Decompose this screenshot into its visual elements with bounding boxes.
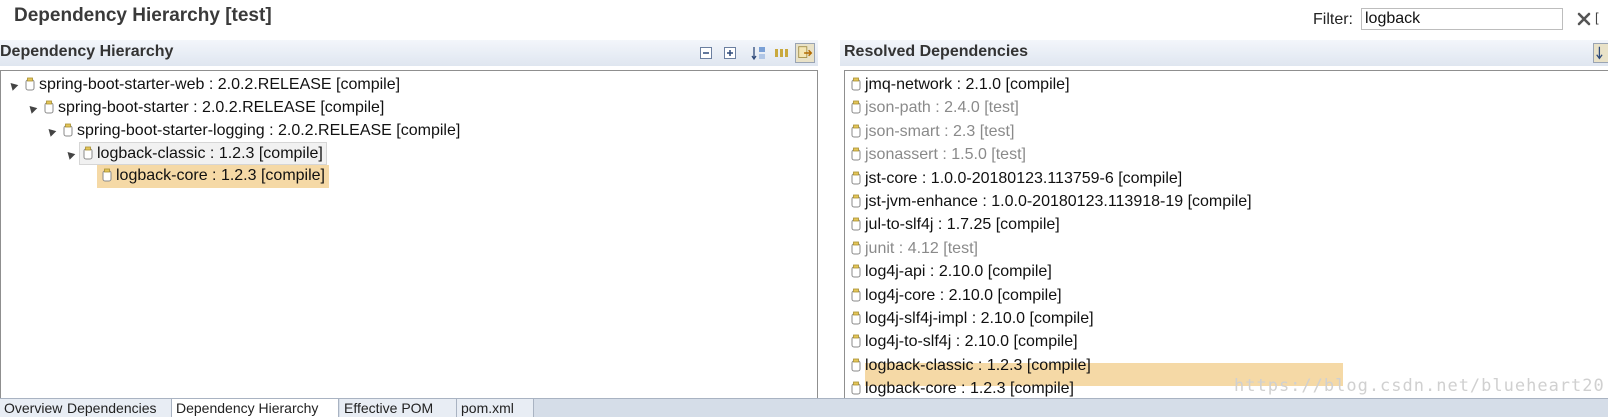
dependency-hierarchy-tree: spring-boot-starter-web : 2.0.2.RELEASE … [0, 70, 818, 400]
resolved-dependency-item[interactable]: jul-to-slf4j : 1.7.25 [compile] [851, 214, 1060, 236]
tree-node-label: spring-boot-starter : 2.0.2.RELEASE [com… [58, 99, 385, 116]
jar-icon [851, 288, 861, 302]
filter-input[interactable] [1361, 8, 1563, 30]
resolved-dependency-item[interactable]: log4j-api : 2.10.0 [compile] [851, 261, 1052, 283]
resolved-dependency-item[interactable]: log4j-core : 2.10.0 [compile] [851, 285, 1062, 307]
jar-icon [851, 241, 861, 255]
expanded-twisty-icon[interactable] [45, 126, 57, 137]
tree-node-label: logback-core : 1.2.3 [compile] [116, 167, 325, 184]
jar-icon [851, 311, 861, 325]
jar-icon [851, 171, 861, 185]
jar-icon [851, 147, 861, 161]
collapse-all-icon[interactable] [698, 45, 714, 61]
resolved-dependency-item[interactable]: jmq-network : 2.1.0 [compile] [851, 74, 1070, 96]
jar-icon [83, 146, 93, 160]
dependency-label: logback-classic : 1.2.3 [compile] [865, 356, 1091, 374]
jar-icon [851, 194, 861, 208]
view-menu-icon[interactable]: [ [1595, 10, 1599, 25]
sort-alphabetically-icon[interactable] [751, 45, 767, 61]
dependency-label: log4j-slf4j-impl : 2.10.0 [compile] [865, 310, 1094, 327]
dependency-hierarchy-title: Dependency Hierarchy [0, 43, 174, 60]
jar-icon [102, 168, 112, 182]
dependency-label: log4j-api : 2.10.0 [compile] [865, 263, 1052, 281]
resolved-dependency-item[interactable]: json-path : 2.4.0 [test] [851, 97, 1019, 119]
resolved-dependency-item[interactable]: log4j-slf4j-impl : 2.10.0 [compile] [851, 308, 1094, 330]
dependency-label: log4j-core : 2.10.0 [compile] [865, 286, 1062, 304]
expand-all-icon[interactable] [722, 45, 738, 61]
dependency-label: jsonassert : 1.5.0 [test] [865, 146, 1026, 164]
dependency-hierarchy-header: Dependency Hierarchy [0, 40, 818, 66]
jar-icon [25, 77, 35, 91]
tree-node-label: spring-boot-starter-web : 2.0.2.RELEASE … [39, 76, 401, 93]
dependency-label: log4j-to-slf4j : 2.10.0 [compile] [865, 333, 1078, 351]
dependency-label: json-path : 2.4.0 [test] [865, 99, 1019, 117]
resolved-dependencies-list: jmq-network : 2.1.0 [compile] json-path :… [844, 70, 1608, 400]
resolved-dependency-item[interactable]: jst-jvm-enhance : 1.0.0-20180123.113918-… [851, 191, 1252, 213]
expanded-twisty-icon[interactable] [64, 149, 76, 160]
filter-label: Filter: [1313, 11, 1353, 28]
jar-icon [63, 123, 73, 137]
jar-icon [851, 381, 861, 395]
tree-node-label: logback-classic : 1.2.3 [compile] [97, 145, 323, 162]
resolved-dependency-item[interactable]: junit : 4.12 [test] [851, 238, 978, 260]
show-groupid-icon[interactable] [774, 45, 790, 61]
watermark: https://blog.csdn.net/blueheart20 [1234, 376, 1605, 396]
tab-effective-pom[interactable]: Effective POM [340, 399, 457, 417]
expanded-twisty-icon[interactable] [7, 80, 19, 91]
dependency-label: jst-jvm-enhance : 1.0.0-20180123.113918-… [865, 193, 1252, 210]
tab-dependencies[interactable]: Dependencies [63, 399, 172, 417]
dependency-label: json-smart : 2.3 [test] [865, 122, 1015, 140]
dependency-label: jul-to-slf4j : 1.7.25 [compile] [865, 216, 1060, 234]
resolved-dependency-item[interactable]: json-smart : 2.3 [test] [851, 121, 1014, 143]
resolved-dependencies-title: Resolved Dependencies [844, 43, 1029, 60]
tree-node-label: spring-boot-starter-logging : 2.0.2.RELE… [77, 122, 461, 139]
resolved-dependency-item[interactable]: jsonassert : 1.5.0 [test] [851, 144, 1026, 166]
jar-icon [851, 334, 861, 348]
jar-icon [851, 100, 861, 114]
tab-overview[interactable]: Overview [0, 399, 64, 417]
jar-icon [851, 217, 861, 231]
dependency-label: jmq-network : 2.1.0 [compile] [865, 76, 1070, 93]
editor-title: Dependency Hierarchy [test] [14, 5, 272, 26]
jar-icon [851, 264, 861, 278]
dependency-label: logback-core : 1.2.3 [compile] [865, 380, 1074, 398]
editor-tab-bar: Overview Dependencies Dependency Hierarc… [0, 398, 1608, 417]
dependency-label: jst-core : 1.0.0-20180123.113759-6 [comp… [865, 169, 1183, 187]
dependency-label: junit : 4.12 [test] [865, 239, 978, 257]
jar-icon [851, 358, 861, 372]
sort-icon[interactable] [1593, 43, 1608, 63]
resolved-dependency-item[interactable]: log4j-to-slf4j : 2.10.0 [compile] [851, 331, 1078, 353]
tab-pom-xml[interactable]: pom.xml [457, 399, 534, 417]
jar-icon [851, 77, 861, 91]
jar-icon [851, 124, 861, 138]
jar-icon [44, 100, 54, 114]
tab-dependency-hierarchy[interactable]: Dependency Hierarchy [172, 399, 339, 417]
clear-filter-icon[interactable] [1576, 11, 1592, 27]
resolved-dependency-item[interactable]: jst-core : 1.0.0-20180123.113759-6 [comp… [851, 168, 1182, 190]
resolved-dependency-item[interactable]: logback-classic : 1.2.3 [compile] [851, 355, 1091, 377]
expanded-twisty-icon[interactable] [26, 103, 38, 114]
resolved-dependencies-header: Resolved Dependencies [840, 40, 1608, 66]
link-with-selection-icon[interactable] [795, 43, 815, 63]
resolved-dependency-item[interactable]: logback-core : 1.2.3 [compile] [851, 378, 1074, 399]
